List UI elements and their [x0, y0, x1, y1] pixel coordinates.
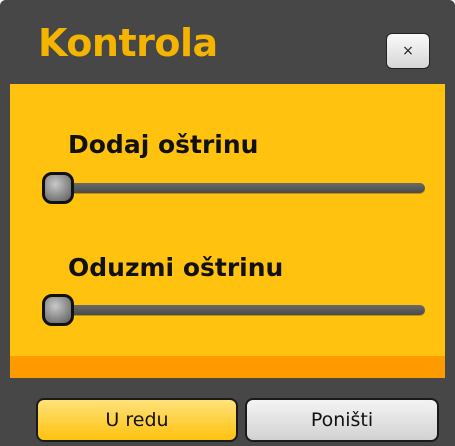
- sharpen-control-dialog: Kontrola × Dodaj oštrinu Oduzmi oštrinu …: [0, 0, 455, 446]
- ok-button[interactable]: U redu: [36, 398, 238, 442]
- add-sharpness-slider-track[interactable]: [50, 183, 425, 193]
- accent-strip: [10, 356, 445, 378]
- dialog-header: Kontrola ×: [0, 0, 455, 84]
- remove-sharpness-slider-thumb[interactable]: [42, 294, 74, 326]
- add-sharpness-label: Dodaj oštrinu: [68, 130, 259, 159]
- cancel-button[interactable]: Poništi: [245, 398, 439, 442]
- add-sharpness-slider-thumb[interactable]: [42, 172, 74, 204]
- remove-sharpness-label: Oduzmi oštrinu: [68, 253, 284, 282]
- close-button[interactable]: ×: [386, 33, 430, 69]
- remove-sharpness-slider-track[interactable]: [50, 305, 425, 315]
- dialog-title: Kontrola: [38, 21, 218, 65]
